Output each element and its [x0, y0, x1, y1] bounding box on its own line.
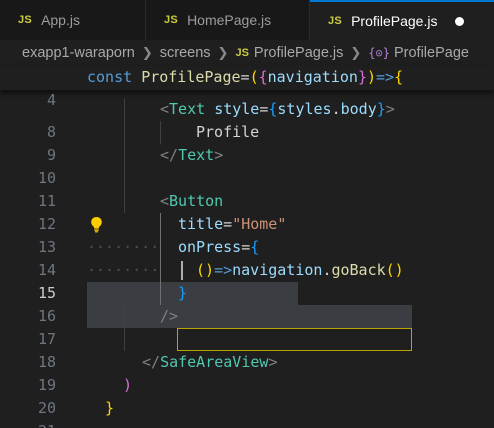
code-line: 18	[0, 328, 494, 371]
code-line: 8 <Text style={styles.body}>	[0, 98, 494, 141]
indent-guide	[124, 98, 125, 121]
code-line: 21 }	[0, 397, 494, 428]
code-content: }	[105, 399, 115, 417]
chevron-right-icon: ❯	[217, 45, 229, 61]
text-caret	[181, 261, 183, 280]
code-line: 13 title="Home"	[0, 213, 494, 305]
indent-guide	[124, 121, 125, 144]
code-line: 12 <Button	[0, 190, 494, 233]
code-line: 17 />	[0, 305, 494, 348]
editor-tab-bar: JS App.js JS HomePage.js JS ProfilePage.…	[0, 0, 494, 40]
breadcrumb: exapp1-waraporn ❯ screens ❯ JS ProfilePa…	[0, 40, 494, 66]
code-line: 11	[0, 167, 494, 210]
code-content: </Text>	[160, 146, 224, 164]
chevron-right-icon: ❯	[350, 45, 362, 61]
tab-homepage-js[interactable]: JS HomePage.js	[146, 0, 310, 40]
code-editor[interactable]: 4 const ProfilePage=({navigation})=>{ 8 …	[0, 66, 494, 428]
breadcrumb-folder[interactable]: screens	[160, 45, 211, 61]
js-file-icon: JS	[235, 47, 249, 59]
indent-guide	[160, 121, 161, 144]
code-line: 16 }	[0, 282, 494, 325]
tab-label: HomePage.js	[187, 12, 272, 28]
breadcrumb-file[interactable]: ProfilePage.js	[254, 45, 343, 61]
code-line: 19 </SafeAreaView>	[0, 351, 494, 394]
tab-label: App.js	[41, 12, 80, 28]
code-content: onPress={	[178, 238, 260, 256]
code-content: title="Home"	[178, 215, 287, 233]
line-number: 4	[46, 91, 56, 109]
tab-label: ProfilePage.js	[351, 13, 438, 29]
code-content: const ProfilePage=({navigation})=>{	[87, 68, 404, 86]
indent-guide	[160, 259, 161, 282]
code-content: Profile	[196, 123, 260, 141]
tab-profilepage-js[interactable]: JS ProfilePage.js	[310, 0, 494, 40]
tab-app-js[interactable]: JS App.js	[0, 0, 146, 40]
line-number: 21	[0, 420, 56, 428]
indent-guide	[124, 144, 125, 167]
code-content: <Button	[160, 192, 224, 210]
code-line: 14 ········ onPress={	[0, 236, 494, 305]
code-line: 20 )	[0, 374, 494, 417]
indent-guide	[160, 213, 161, 236]
indent-guide	[124, 328, 125, 351]
js-file-icon: JS	[18, 14, 33, 26]
symbol-variable-icon: {⊙}	[368, 46, 390, 60]
code-content: )	[123, 376, 133, 394]
indent-guide	[124, 167, 125, 190]
code-line: 9 Profile	[0, 121, 494, 164]
code-content: </SafeAreaView>	[142, 353, 278, 371]
indent-guide	[124, 305, 125, 328]
code-content: ········	[87, 238, 160, 256]
breadcrumb-project[interactable]: exapp1-waraporn	[22, 45, 135, 61]
lightbulb-icon[interactable]	[90, 216, 103, 233]
code-line: 4 const ProfilePage=({navigation})=>{	[0, 66, 494, 109]
code-line-active: 15 ········ ()=>navigation.goBack()	[0, 259, 494, 351]
code-line: 10 </Text>	[0, 144, 494, 187]
indent-guide	[160, 282, 161, 305]
code-content: ()=>navigation.goBack()	[196, 261, 404, 279]
code-content: ········	[87, 261, 160, 279]
code-content: }	[178, 284, 188, 302]
js-file-icon: JS	[164, 14, 179, 26]
indent-guide	[160, 236, 161, 259]
code-content: />	[160, 307, 179, 325]
chevron-right-icon: ❯	[141, 45, 153, 61]
indent-guide	[124, 190, 125, 213]
code-content: <Text style={styles.body}>	[160, 100, 395, 118]
modified-dot-icon[interactable]	[455, 17, 464, 26]
js-file-icon: JS	[328, 15, 343, 27]
breadcrumb-symbol[interactable]: ProfilePage	[394, 45, 469, 61]
sticky-scroll-header[interactable]: 4 const ProfilePage=({navigation})=>{	[0, 66, 494, 109]
